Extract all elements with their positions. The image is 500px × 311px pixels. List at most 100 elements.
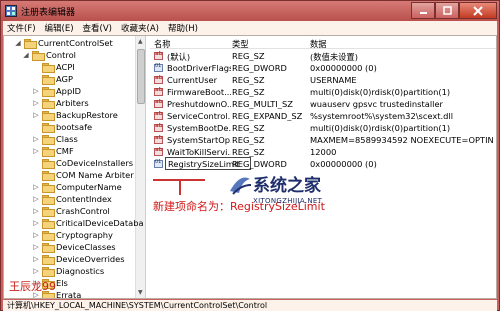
folder-icon [42, 242, 55, 253]
binary-value-icon: 01 [154, 63, 163, 72]
list-header: 名称 类型 数据 [150, 36, 496, 49]
tree-item-label: ACPI [56, 61, 75, 72]
expand-icon[interactable]: ▷ [32, 111, 40, 119]
tree-item[interactable]: AGP [32, 73, 73, 85]
tree-item[interactable]: ▷ DeviceClasses [32, 241, 116, 253]
tree-item[interactable]: COM Name Arbiter [32, 169, 134, 181]
expand-icon[interactable]: ▷ [32, 219, 40, 227]
expand-icon[interactable]: ▷ [32, 243, 40, 251]
window-title: 注册表编辑器 [21, 8, 76, 18]
folder-icon [42, 254, 55, 265]
scroll-down-icon[interactable]: ▼ [138, 289, 143, 296]
scroll-thumb[interactable] [137, 49, 145, 104]
tree-item[interactable]: ACPI [32, 61, 75, 73]
value-row[interactable]: ab ServiceControl... REG_EXPAND_SZ %systemr… [150, 110, 496, 122]
expand-icon[interactable]: ▷ [32, 195, 40, 203]
watermark-author: 王辰龙99 [9, 280, 56, 293]
value-row[interactable]: ab FirmwareBoot... REG_SZ multi(0)disk(0)rd… [150, 86, 496, 98]
value-row[interactable]: 01 BootDriverFlags REG_DWORD 0x00000000 (0) [150, 62, 496, 74]
menu-edit[interactable]: 编辑(E) [45, 22, 74, 34]
minimize-button[interactable] [411, 2, 435, 19]
tree-item[interactable]: ▷ CriticalDeviceDataba [32, 217, 144, 229]
title-bar[interactable]: 注册表编辑器 [1, 1, 499, 21]
tree-scrollbar[interactable]: ▲ ▼ [135, 36, 145, 298]
tree-item[interactable]: ▷ CMF [32, 145, 74, 157]
folder-icon [32, 50, 45, 61]
tree-item-label: BackupRestore [56, 109, 118, 120]
close-button[interactable] [459, 2, 497, 19]
site-watermark: 系统之家 XITONGZHIJIA.NET [227, 169, 377, 214]
tree-item[interactable]: CoDeviceInstallers [32, 157, 133, 169]
folder-icon [42, 62, 55, 73]
callout-line-vertical [179, 179, 181, 195]
close-icon [473, 5, 483, 16]
expand-icon[interactable]: ▷ [32, 231, 40, 239]
value-type: REG_SZ [232, 51, 265, 61]
scroll-up-icon[interactable]: ▲ [138, 38, 143, 45]
folder-icon [42, 74, 55, 85]
expand-icon[interactable]: ▷ [32, 255, 40, 263]
value-name: SystemStartOp... [167, 135, 231, 145]
tree-item-label: Cryptography [56, 229, 113, 240]
value-type: REG_SZ [232, 135, 265, 145]
maximize-button[interactable] [435, 2, 459, 19]
expand-icon[interactable]: ▷ [32, 135, 40, 143]
column-type[interactable]: 类型 [232, 38, 249, 50]
folder-icon [24, 38, 37, 49]
expand-icon[interactable]: ▷ [32, 267, 40, 275]
value-row[interactable]: ab (默认) REG_SZ (数值未设置) [150, 50, 496, 62]
tree-item[interactable]: ▷ ComputerName [32, 181, 122, 193]
value-row[interactable]: ab SystemStartOp... REG_SZ MAXMEM=85899345… [150, 134, 496, 146]
tree-item[interactable]: ▷ Cryptography [32, 229, 113, 241]
tree-item[interactable]: ▷ DeviceOverrides [32, 253, 125, 265]
value-data: USERNAME [310, 75, 357, 85]
menu-view[interactable]: 查看(V) [83, 22, 112, 34]
value-row[interactable]: ab PreshutdownO... REG_MULTI_SZ wuauserv gp… [150, 98, 496, 110]
menu-help[interactable]: 帮助(H) [168, 22, 198, 34]
value-name: FirmwareBoot... [167, 87, 231, 97]
column-name[interactable]: 名称 [154, 38, 171, 50]
folder-icon [42, 230, 55, 241]
tree-item[interactable]: ▷ AppID [32, 85, 81, 97]
value-name: SystemBootDe... [167, 123, 231, 133]
maximize-icon [442, 6, 452, 15]
expand-icon[interactable]: ▷ [32, 183, 40, 191]
expand-icon[interactable]: ▷ [32, 147, 40, 155]
tree-item-label: DeviceOverrides [56, 253, 125, 264]
expand-icon[interactable]: ▷ [32, 99, 40, 107]
column-data[interactable]: 数据 [310, 38, 327, 50]
expand-icon[interactable]: ▷ [32, 87, 40, 95]
tree-item[interactable]: ▷ Diagnostics [32, 265, 105, 277]
folder-icon [42, 158, 55, 169]
folder-icon [42, 182, 55, 193]
menu-favorites[interactable]: 收藏夹(A) [121, 22, 159, 34]
folder-icon [42, 170, 55, 181]
value-row[interactable]: ab CurrentUser REG_SZ USERNAME [150, 74, 496, 86]
tree-item[interactable]: ▷ Class [32, 133, 78, 145]
tree-item-label: CurrentControlSet [38, 37, 113, 48]
menu-file[interactable]: 文件(F) [7, 22, 36, 34]
binary-value-icon: 01 [154, 159, 163, 168]
status-bar: 计算机\HKEY_LOCAL_MACHINE\SYSTEM\CurrentCon… [3, 300, 497, 311]
watermark-site-cn: 系统之家 [253, 176, 321, 196]
value-data: %systemroot%\system32\scext.dll [310, 111, 454, 121]
tree-item[interactable]: ▷ BackupRestore [32, 109, 118, 121]
collapse-icon[interactable]: ◢ [22, 51, 30, 59]
menu-bar: 文件(F) 编辑(E) 查看(V) 收藏夹(A) 帮助(H) [3, 21, 497, 35]
expand-icon[interactable]: ▷ [32, 207, 40, 215]
string-value-icon: ab [154, 135, 163, 144]
string-value-icon: ab [154, 51, 163, 60]
tree-item[interactable]: ▷ Arbiters [32, 97, 89, 109]
value-type: REG_SZ [232, 87, 265, 97]
tree-item-label: Diagnostics [56, 265, 105, 276]
value-data: 0x00000000 (0) [310, 63, 377, 73]
value-name: BootDriverFlags [167, 63, 231, 73]
tree-item[interactable]: ▷ CrashControl [32, 205, 110, 217]
value-row[interactable]: ab SystemBootDe... REG_SZ multi(0)disk(0)rd… [150, 122, 496, 134]
tree-item[interactable]: bootsafe [32, 121, 92, 133]
tree-item[interactable]: ▷ ContentIndex [32, 193, 112, 205]
value-type: REG_DWORD [232, 63, 287, 73]
tree-item[interactable]: ◢ Control [22, 49, 76, 61]
tree-item[interactable]: ◢ CurrentControlSet [14, 37, 113, 49]
collapse-icon[interactable]: ◢ [14, 39, 22, 47]
